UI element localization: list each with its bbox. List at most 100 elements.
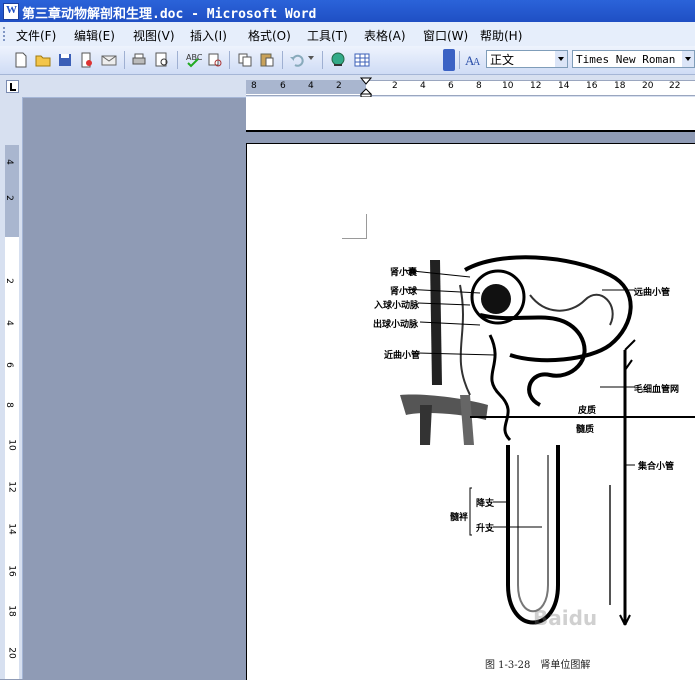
ruler-tick-label: 12 <box>6 481 17 493</box>
svg-text:A: A <box>473 57 481 68</box>
style-dropdown[interactable]: 正文 <box>486 50 568 68</box>
label-efferent-arteriole: 出球小动脉 <box>373 320 419 330</box>
toolbar-separator <box>322 51 323 69</box>
capillary-network-shape <box>529 293 614 326</box>
label-distal-tubule: 远曲小管 <box>634 288 671 298</box>
ruler-tick-label: 2 <box>392 81 398 91</box>
menu-insert[interactable]: 插入(I) <box>190 27 227 44</box>
ruler-tick-label: 8 <box>3 402 14 408</box>
menu-bar: 文件(F) 编辑(E) 视图(V) 插入(I) 格式(O) 工具(T) 表格(A… <box>0 22 695 47</box>
save-icon[interactable] <box>56 51 74 69</box>
label-cortex: 皮质 <box>578 406 597 416</box>
toolbar-separator <box>177 51 178 69</box>
ruler-tick-label: 10 <box>6 439 17 451</box>
title-bar: 第三章动物解剖和生理.doc - Microsoft Word <box>0 0 695 22</box>
ruler-tick-label: 18 <box>614 81 626 91</box>
print-icon[interactable] <box>130 51 148 69</box>
ruler-tick-label: 6 <box>3 362 14 368</box>
toolbar-separator <box>229 51 230 69</box>
figure-caption: 图 1-3-28 肾单位图解 <box>485 660 591 671</box>
ruler-tick-label: 14 <box>6 523 17 535</box>
menu-window[interactable]: 窗口(W) <box>423 27 468 44</box>
ruler-tick-label: 22 <box>669 81 681 91</box>
undo-dropdown-arrow[interactable] <box>308 56 314 60</box>
menu-tools[interactable]: 工具(T) <box>307 27 348 44</box>
watermark-logo: Baidu <box>533 606 598 630</box>
ruler-tick-label: 4 <box>308 81 314 91</box>
chevron-down-icon[interactable] <box>682 51 694 67</box>
font-dropdown[interactable]: Times New Roman <box>572 50 695 68</box>
open-folder-icon[interactable] <box>34 51 52 69</box>
chevron-down-icon[interactable] <box>555 51 567 67</box>
menu-file[interactable]: 文件(F) <box>16 27 56 44</box>
ruler-tick-label: 6 <box>280 81 286 91</box>
ruler-tick-label: 4 <box>3 159 14 165</box>
loop-bracket <box>469 487 472 536</box>
label-descending-limb: 降支 <box>476 499 495 509</box>
leader-line <box>417 352 496 356</box>
loop-inner-vessel <box>517 455 549 613</box>
hyperlink-icon[interactable] <box>329 51 347 69</box>
capillary-vessel <box>459 284 471 396</box>
leader-line <box>419 321 481 326</box>
menu-format[interactable]: 格式(O) <box>248 27 291 44</box>
font-dropdown-value: Times New Roman <box>576 53 676 66</box>
loop-of-henle-shape <box>506 445 560 625</box>
email-icon[interactable] <box>100 51 118 69</box>
menu-table[interactable]: 表格(A) <box>364 27 406 44</box>
menu-grip-handle[interactable] <box>3 27 8 41</box>
label-glomerulus: 肾小球 <box>390 287 418 297</box>
tubule-coil <box>488 334 512 442</box>
label-loop: 髓袢 <box>450 513 469 523</box>
ruler-tick-label: 10 <box>502 81 514 91</box>
spelling-icon[interactable]: ABC <box>184 51 202 69</box>
paste-icon[interactable] <box>258 51 276 69</box>
label-afferent-arteriole: 入球小动脉 <box>374 301 420 311</box>
table-icon[interactable] <box>353 51 371 69</box>
ruler-tick-label: 12 <box>530 81 542 91</box>
glomerulus-shape <box>481 284 511 314</box>
label-capillary-network: 毛细血管网 <box>634 385 680 395</box>
new-document-icon[interactable] <box>12 51 30 69</box>
artery-stub <box>420 405 432 445</box>
undo-icon[interactable] <box>288 51 306 69</box>
ruler-tick-label: 4 <box>3 320 14 326</box>
research-icon[interactable] <box>206 51 224 69</box>
styles-formatting-icon[interactable]: AA <box>464 51 482 69</box>
ruler-tick-label: 18 <box>6 605 17 617</box>
ruler-tick-label: 16 <box>6 565 17 577</box>
page-margin-corner <box>342 214 367 239</box>
print-preview-icon[interactable] <box>153 51 171 69</box>
menu-view[interactable]: 视图(V) <box>133 27 175 44</box>
previous-page-bottom <box>246 97 695 132</box>
ruler-tick-label: 20 <box>6 647 17 659</box>
permission-icon[interactable] <box>78 51 96 69</box>
indent-marker[interactable] <box>360 77 372 98</box>
word-app-icon[interactable] <box>3 3 19 20</box>
toolbar-options-chevron[interactable] <box>443 49 455 71</box>
label-proximal-tubule: 近曲小管 <box>384 351 421 361</box>
toolbar-separator <box>124 51 125 69</box>
toolbar-separator <box>459 51 460 69</box>
label-collecting-duct: 集合小管 <box>638 462 675 472</box>
tab-stop-selector[interactable] <box>6 80 19 93</box>
svg-text:ABC: ABC <box>186 53 202 62</box>
label-medulla: 髓质 <box>576 425 595 435</box>
menu-edit[interactable]: 编辑(E) <box>74 27 115 44</box>
ruler-tick-label: 8 <box>251 81 257 91</box>
copy-icon[interactable] <box>236 51 254 69</box>
label-bowman-capsule: 肾小囊 <box>390 268 418 278</box>
ruler-tick-label: 14 <box>558 81 570 91</box>
ruler-tick-label: 4 <box>420 81 426 91</box>
toolbar-separator <box>282 51 283 69</box>
menu-help[interactable]: 帮助(H) <box>480 27 522 44</box>
ruler-tick-label: 2 <box>3 278 14 284</box>
ruler-tick-label: 2 <box>3 195 14 201</box>
window-title: 第三章动物解剖和生理.doc - Microsoft Word <box>22 7 317 22</box>
ruler-tick-label: 16 <box>586 81 598 91</box>
ruler-tick-label: 20 <box>642 81 654 91</box>
ruler-tick-label: 8 <box>476 81 482 91</box>
ruler-tick-label: 2 <box>336 81 342 91</box>
label-ascending-limb: 升支 <box>476 524 495 534</box>
ruler-tick-label: 6 <box>448 81 454 91</box>
